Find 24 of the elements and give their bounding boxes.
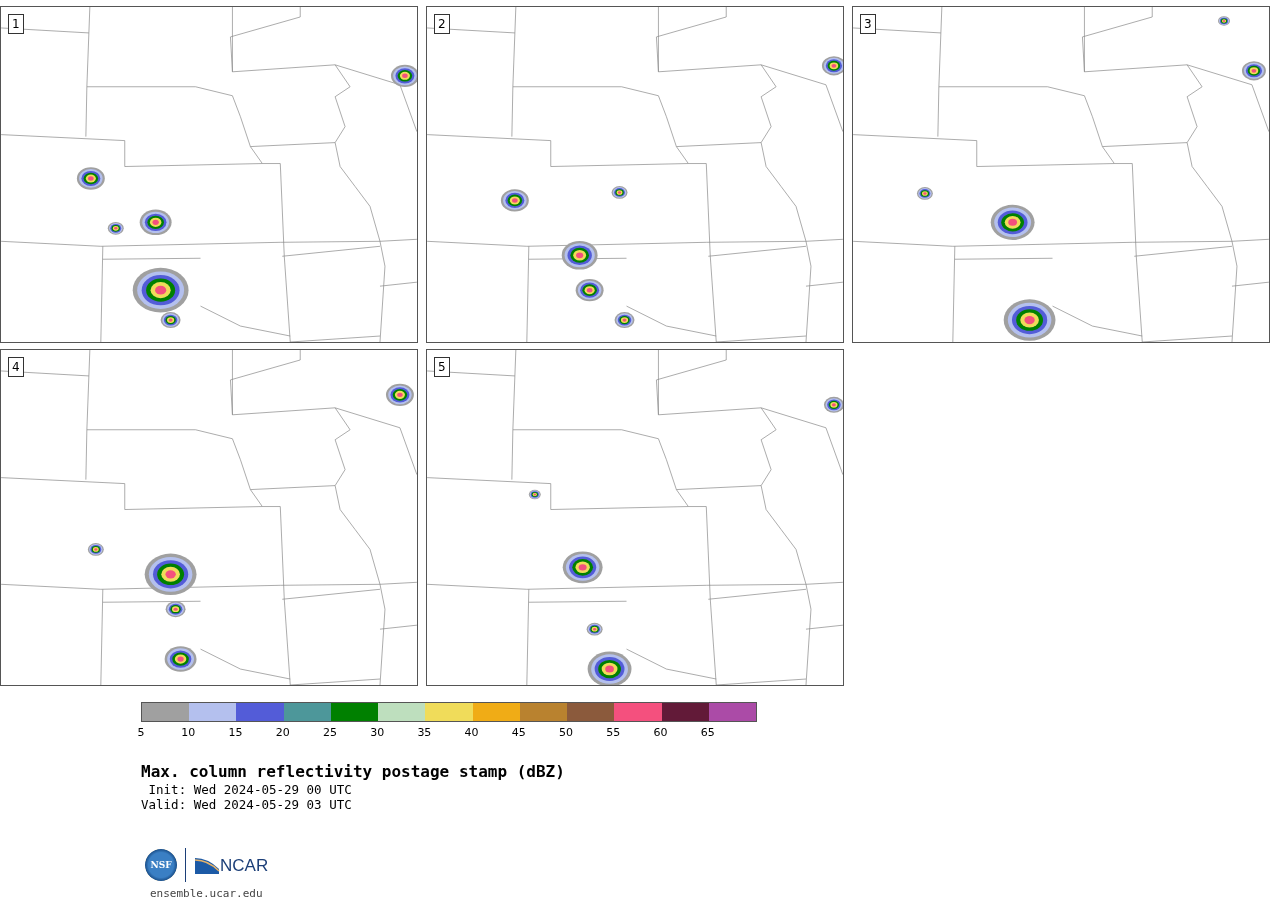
tick-label: 35: [417, 726, 432, 739]
tick-label: 20: [275, 726, 290, 739]
panel-number: 4: [8, 357, 24, 377]
ncar-logo: NCAR: [194, 855, 269, 875]
tick-label: 60: [653, 726, 668, 739]
panel-number: 5: [434, 357, 450, 377]
tick-label: 10: [181, 726, 196, 739]
tick-label: 40: [464, 726, 479, 739]
tick-label: 50: [559, 726, 574, 739]
panel-number: 3: [860, 14, 876, 34]
panel-number: 1: [8, 14, 24, 34]
chart-title: Max. column reflectivity postage stamp (dBZ): [141, 762, 566, 782]
tick-label: 25: [322, 726, 337, 739]
tick-label: 65: [700, 726, 715, 739]
tick-label: 30: [370, 726, 385, 739]
tick-label: 15: [228, 726, 243, 739]
valid-time: Valid: Wed 2024-05-29 03 UTC: [141, 797, 353, 812]
tick-label: 55: [606, 726, 621, 739]
tick-label: 45: [511, 726, 526, 739]
nsf-logo: NSF: [145, 849, 177, 881]
init-time: Init: Wed 2024-05-29 00 UTC: [147, 782, 353, 797]
panel-number: 2: [434, 14, 450, 34]
site-url: ensemble.ucar.edu: [150, 887, 264, 900]
tick-label: 5: [137, 726, 145, 739]
